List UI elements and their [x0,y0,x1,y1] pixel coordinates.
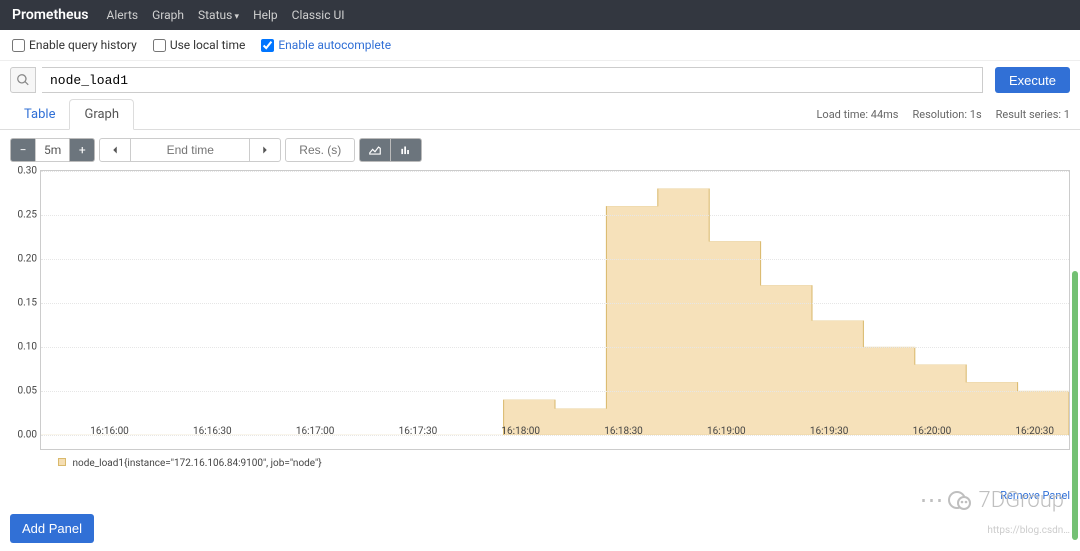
range-plus-button[interactable]: + [69,138,95,162]
legend-labels: {instance="172.16.106.84:9100", job="nod… [124,458,322,469]
stacked-chart-button[interactable] [390,138,422,162]
endtime-input[interactable] [130,138,250,162]
brand[interactable]: Prometheus [12,7,89,23]
scrollbar-hint[interactable] [1072,271,1078,540]
endtime-group [99,138,281,162]
nav-status[interactable]: Status [198,8,239,22]
y-tick: 0.00 [18,430,42,441]
nav-classic-ui[interactable]: Classic UI [292,8,345,22]
panel-footer: Remove Panel [0,485,1080,506]
legend: node_load1{instance="172.16.106.84:9100"… [10,450,1070,475]
range-value[interactable]: 5m [35,138,70,162]
navbar: Prometheus Alerts Graph Status Help Clas… [0,0,1080,30]
remove-panel-link[interactable]: Remove Panel [1000,489,1070,502]
line-chart-button[interactable] [359,138,391,162]
url-hint: https://blog.csdn… [987,525,1070,536]
resolution: Resolution: 1s [912,108,981,121]
y-tick: 0.25 [18,210,42,221]
y-tick: 0.10 [18,342,42,353]
series-area [41,189,1069,435]
endtime-prev-button[interactable] [99,138,131,162]
options-bar: Enable query history Use local time Enab… [0,30,1080,61]
tabs-row: Table Graph Load time: 44ms Resolution: … [0,99,1080,130]
endtime-next-button[interactable] [249,138,281,162]
y-tick: 0.30 [18,166,42,177]
load-time: Load time: 44ms [817,108,899,121]
page-footer: Add Panel [0,506,1080,551]
chart-wrap: 0.000.050.100.150.200.250.30 16:16:0016:… [0,170,1080,485]
nav-graph[interactable]: Graph [152,8,184,22]
range-group: − 5m + [10,138,95,162]
add-panel-button[interactable]: Add Panel [10,514,94,543]
result-series: Result series: 1 [996,108,1070,121]
nav-help[interactable]: Help [253,8,278,22]
query-input[interactable] [42,67,983,93]
x-tick: 16:19:30 [810,426,849,437]
query-row: Execute [0,61,1080,99]
legend-metric: node_load1 [72,458,124,469]
enable-autocomplete[interactable]: Enable autocomplete [261,38,391,52]
x-tick: 16:17:30 [399,426,438,437]
x-tick: 16:20:00 [913,426,952,437]
graph-controls: − 5m + [0,130,1080,170]
execute-button[interactable]: Execute [995,67,1070,93]
y-tick: 0.05 [18,386,42,397]
x-tick: 16:20:30 [1015,426,1054,437]
x-tick: 16:16:30 [193,426,232,437]
tab-table[interactable]: Table [10,100,69,129]
enable-query-history[interactable]: Enable query history [12,38,137,52]
legend-swatch [58,458,66,466]
chart[interactable]: 0.000.050.100.150.200.250.30 16:16:0016:… [40,170,1070,450]
search-icon [10,67,36,93]
tab-graph[interactable]: Graph [69,99,134,130]
x-tick: 16:17:00 [296,426,335,437]
charttype-group [359,138,422,162]
x-tick: 16:16:00 [90,426,129,437]
y-tick: 0.20 [18,254,42,265]
x-tick: 16:18:30 [604,426,643,437]
x-tick: 16:19:00 [707,426,746,437]
y-tick: 0.15 [18,298,42,309]
query-meta: Load time: 44ms Resolution: 1s Result se… [817,108,1071,121]
x-tick: 16:18:00 [501,426,540,437]
resolution-input[interactable] [285,138,355,162]
nav-alerts[interactable]: Alerts [107,8,139,22]
range-minus-button[interactable]: − [10,138,36,162]
use-local-time[interactable]: Use local time [153,38,246,52]
